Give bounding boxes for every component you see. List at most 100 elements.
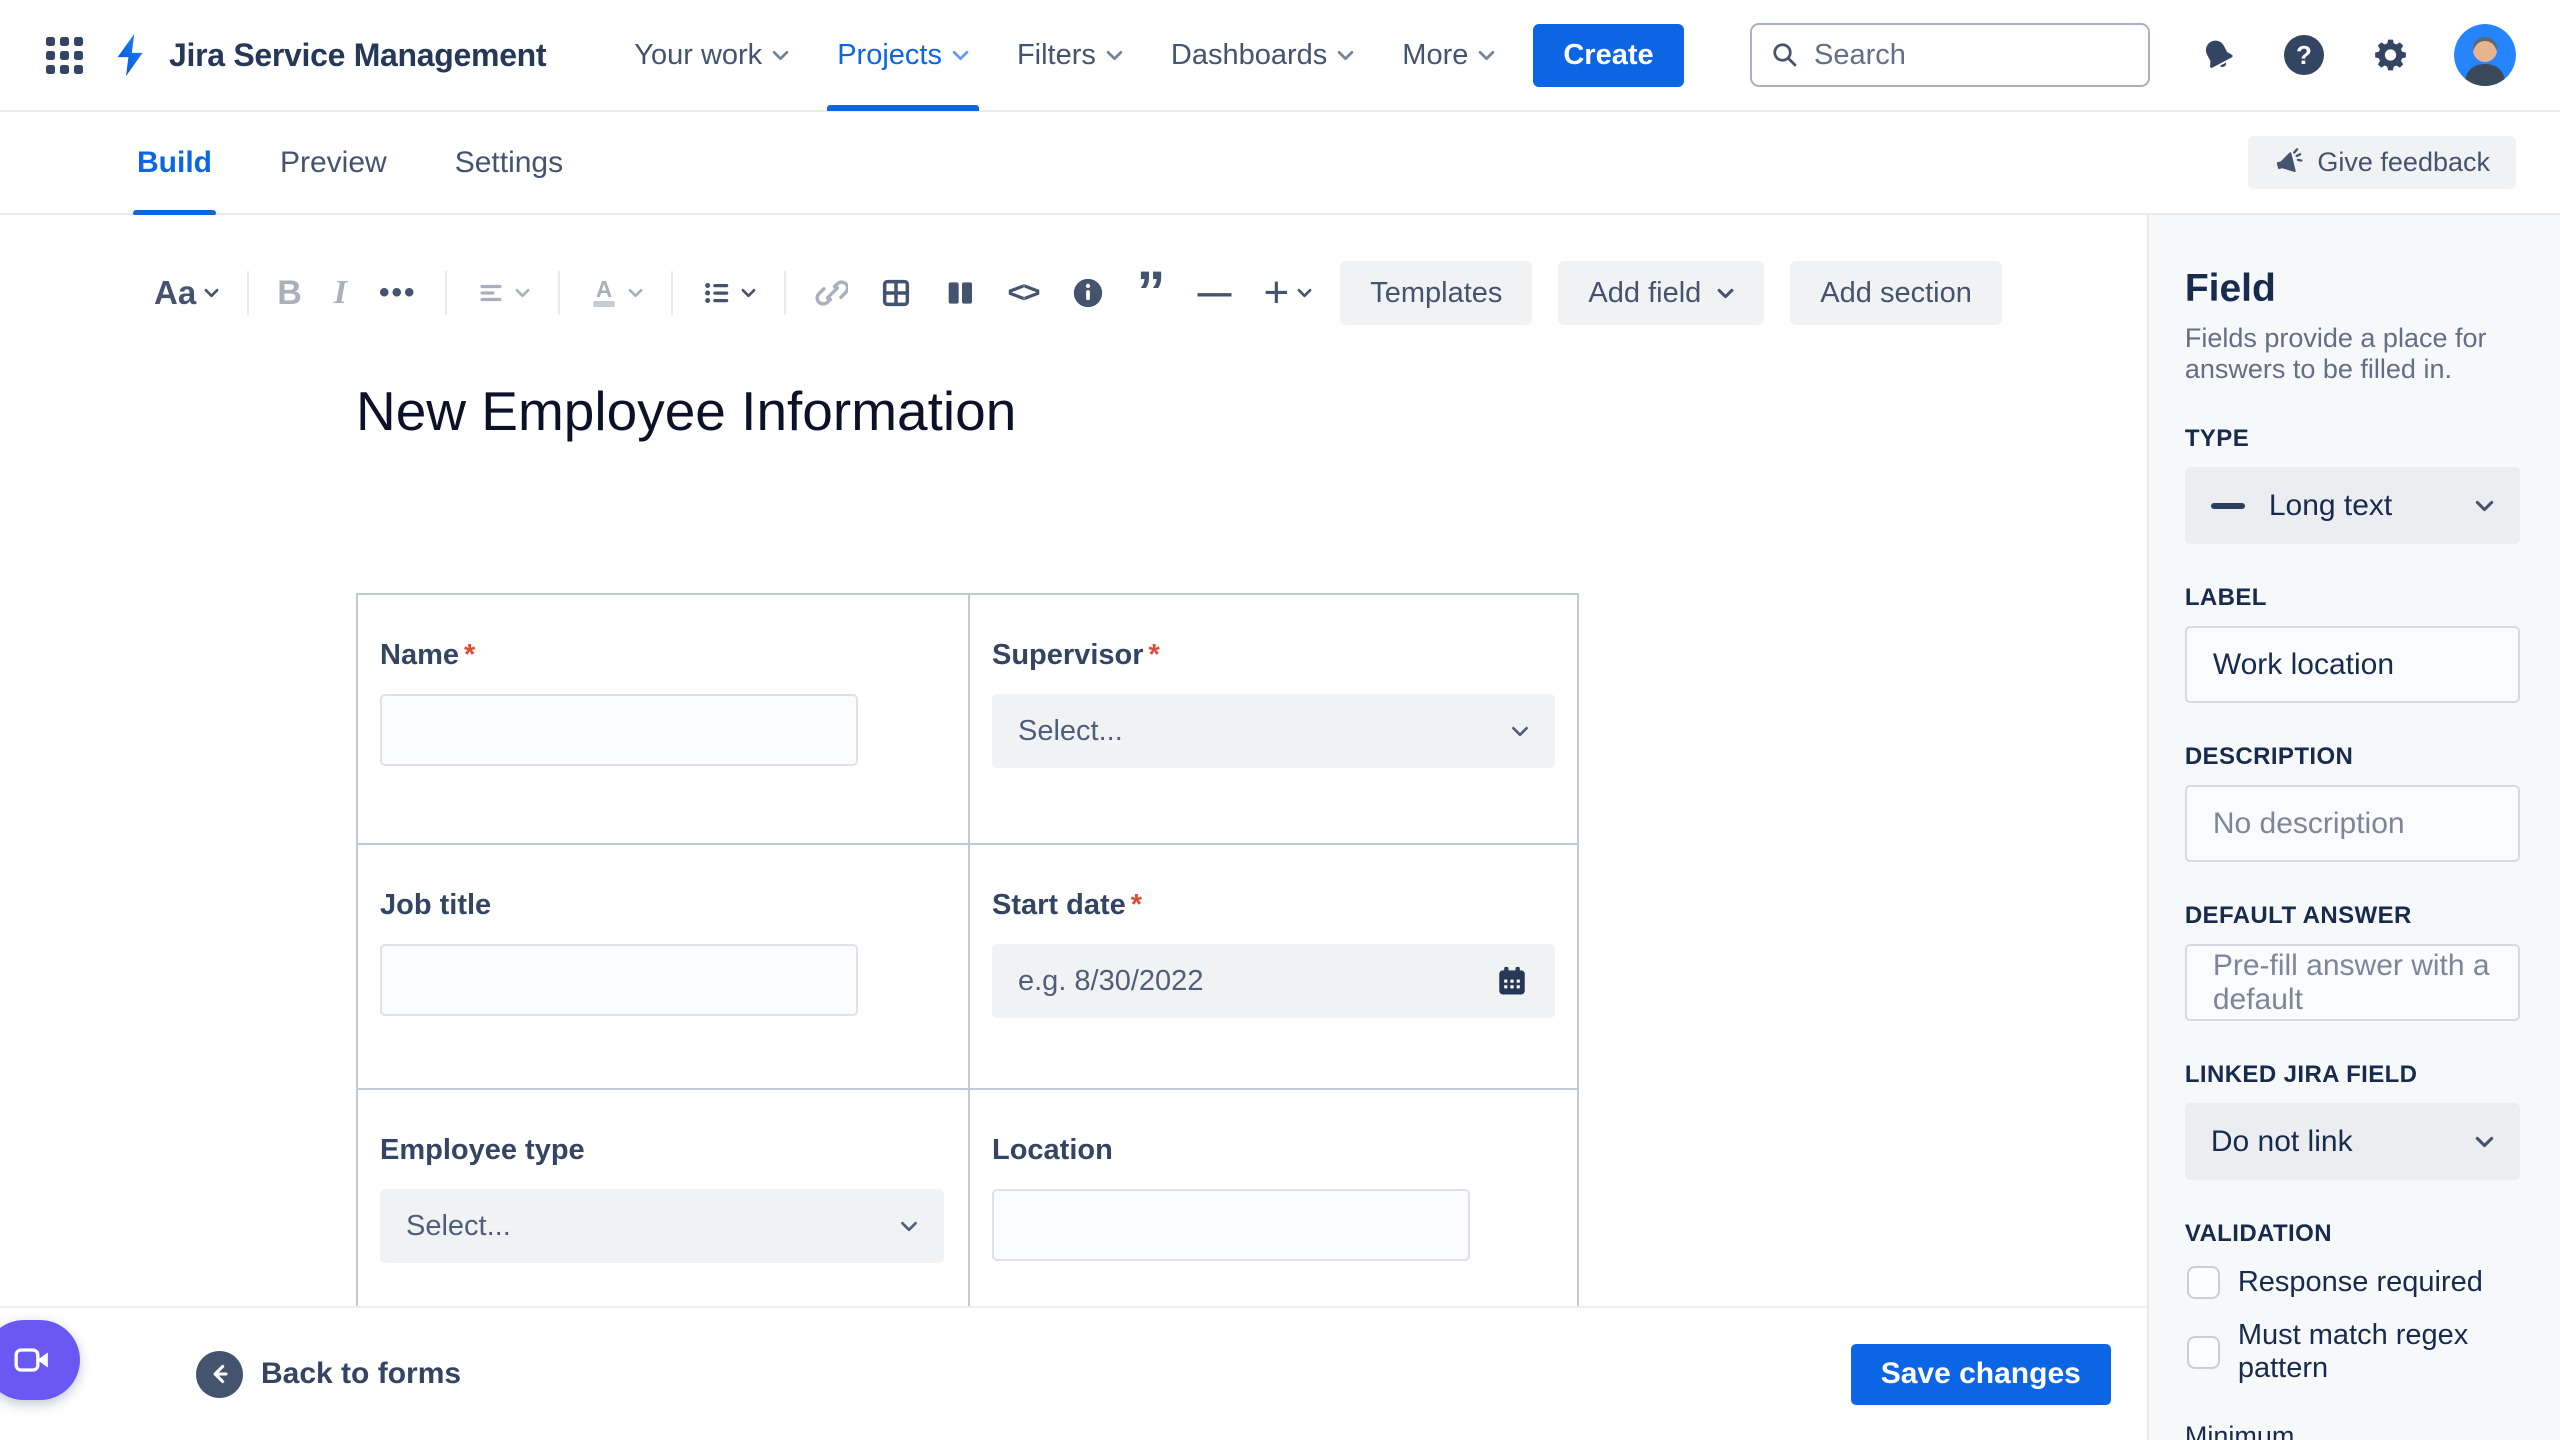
supervisor-select[interactable]: Select... bbox=[992, 694, 1555, 768]
search-input[interactable]: Search bbox=[1750, 23, 2150, 87]
field-label-input[interactable]: Work location bbox=[2184, 626, 2520, 703]
divider-rule-button[interactable]: — bbox=[1194, 270, 1236, 317]
add-field-label: Add field bbox=[1588, 276, 1702, 309]
code-block-button[interactable]: <> bbox=[1004, 272, 1043, 314]
form-cell-employee-type[interactable]: Employee type Select... bbox=[358, 1090, 970, 1306]
tab-settings[interactable]: Settings bbox=[421, 111, 597, 214]
form-cell-start-date[interactable]: Start date * e.g. 8/30/2022 bbox=[970, 845, 1579, 1090]
video-widget-button[interactable] bbox=[0, 1320, 80, 1400]
nav-projects[interactable]: Projects bbox=[813, 0, 993, 111]
toolbar-divider bbox=[783, 271, 786, 315]
alignment-dropdown[interactable] bbox=[471, 275, 534, 311]
tab-preview[interactable]: Preview bbox=[246, 111, 421, 214]
text-style-dropdown[interactable]: Aa bbox=[150, 270, 223, 316]
employee-type-select[interactable]: Select... bbox=[380, 1189, 944, 1263]
toolbar-divider bbox=[670, 271, 673, 315]
field-description-input[interactable]: No description bbox=[2184, 785, 2520, 862]
form-title[interactable]: New Employee Information bbox=[356, 379, 2147, 443]
table-button[interactable] bbox=[876, 273, 916, 313]
list-dropdown[interactable] bbox=[697, 274, 760, 312]
field-label: Supervisor bbox=[992, 639, 1144, 671]
link-button[interactable] bbox=[810, 272, 852, 314]
field-label: Name bbox=[380, 639, 459, 671]
validation-section-label: VALIDATION bbox=[2184, 1220, 2332, 1247]
field-type-value: Long text bbox=[2268, 488, 2393, 522]
minimum-label: Minimum bbox=[2184, 1421, 2295, 1440]
user-avatar[interactable] bbox=[2454, 24, 2516, 86]
description-section-label: DESCRIPTION bbox=[2184, 743, 2354, 770]
back-to-forms-button[interactable]: Back to forms bbox=[196, 1350, 461, 1398]
add-section-button[interactable]: Add section bbox=[1790, 261, 2002, 325]
form-cell-supervisor[interactable]: Supervisor * Select... bbox=[970, 595, 1579, 845]
linked-jira-field-section-label: LINKED JIRA FIELD bbox=[2184, 1061, 2418, 1088]
notifications-button[interactable] bbox=[2196, 33, 2240, 77]
field-label: Employee type bbox=[380, 1134, 585, 1166]
top-navbar: Jira Service Management Your work Projec… bbox=[0, 0, 2560, 112]
toolbar-divider bbox=[247, 271, 250, 315]
more-formatting-button[interactable]: ••• bbox=[375, 272, 421, 314]
app-switcher-icon[interactable] bbox=[46, 36, 83, 74]
field-label: Job title bbox=[380, 889, 492, 921]
add-field-button[interactable]: Add field bbox=[1558, 261, 1765, 325]
chevron-down-icon bbox=[628, 288, 643, 298]
create-button[interactable]: Create bbox=[1533, 23, 1684, 87]
nav-your-work[interactable]: Your work bbox=[610, 0, 813, 111]
columns-icon bbox=[948, 282, 972, 304]
field-label: Location bbox=[992, 1134, 1113, 1166]
nav-dashboards[interactable]: Dashboards bbox=[1147, 0, 1378, 111]
name-text-input[interactable] bbox=[380, 694, 858, 766]
form-cell-job-title[interactable]: Job title bbox=[358, 845, 970, 1090]
align-text-icon bbox=[480, 284, 501, 302]
view-tabbar: Build Preview Settings Give feedback bbox=[0, 111, 2560, 216]
insert-more-dropdown[interactable]: + bbox=[1260, 271, 1317, 315]
checkbox-unchecked[interactable] bbox=[2186, 1335, 2220, 1369]
builder-actions: Templates Add field Add section bbox=[1340, 261, 2002, 325]
question-mark-icon: ? bbox=[2284, 35, 2324, 75]
panel-subtitle: Fields provide a place for answers to be… bbox=[2184, 323, 2487, 384]
form-cell-name[interactable]: Name * bbox=[358, 595, 970, 845]
form-editor: Aa B I ••• A <> ” — + Templates Add fiel… bbox=[0, 215, 2147, 1440]
default-answer-input[interactable]: Pre-fill answer with a default bbox=[2184, 944, 2520, 1021]
help-button[interactable]: ? bbox=[2282, 33, 2326, 77]
jira-form-builder: Jira Service Management Your work Projec… bbox=[0, 0, 2560, 1440]
megaphone-icon bbox=[2277, 147, 2303, 172]
linked-jira-field-value: Do not link bbox=[2210, 1124, 2353, 1158]
linked-jira-field-select[interactable]: Do not link bbox=[2184, 1103, 2520, 1180]
select-placeholder: Select... bbox=[406, 1209, 511, 1242]
italic-button[interactable]: I bbox=[330, 270, 351, 316]
required-asterisk: * bbox=[1148, 639, 1160, 671]
start-date-picker[interactable]: e.g. 8/30/2022 bbox=[992, 944, 1555, 1018]
chevron-down-icon bbox=[952, 50, 969, 61]
chevron-down-icon bbox=[1717, 288, 1734, 299]
default-answer-section-label: DEFAULT ANSWER bbox=[2184, 902, 2412, 929]
select-placeholder: Select... bbox=[1018, 714, 1123, 747]
field-type-select[interactable]: Long text bbox=[2184, 467, 2520, 544]
quote-button[interactable]: ” bbox=[1133, 264, 1170, 322]
settings-button[interactable] bbox=[2368, 33, 2412, 77]
location-text-input[interactable] bbox=[992, 1189, 1470, 1261]
bottom-action-bar: Back to forms Save changes bbox=[0, 1306, 2147, 1440]
give-feedback-button[interactable]: Give feedback bbox=[2248, 136, 2516, 189]
save-changes-button[interactable]: Save changes bbox=[1850, 1343, 2111, 1405]
response-required-option[interactable]: Response required bbox=[2186, 1266, 2520, 1299]
checkbox-unchecked[interactable] bbox=[2186, 1266, 2220, 1299]
nav-filters[interactable]: Filters bbox=[993, 0, 1147, 111]
long-text-type-icon bbox=[2210, 502, 2245, 509]
templates-button[interactable]: Templates bbox=[1340, 261, 1533, 325]
layout-columns-button[interactable] bbox=[940, 273, 980, 313]
required-asterisk: * bbox=[464, 639, 476, 671]
toolbar-divider bbox=[557, 271, 560, 315]
bold-button[interactable]: B bbox=[273, 270, 306, 317]
tab-build[interactable]: Build bbox=[103, 111, 246, 216]
required-asterisk: * bbox=[1130, 889, 1143, 921]
form-cell-location[interactable]: Location bbox=[970, 1090, 1579, 1306]
label-section-label: LABEL bbox=[2184, 584, 2267, 611]
regex-pattern-option[interactable]: Must match regex pattern bbox=[2186, 1319, 2520, 1385]
text-color-dropdown[interactable]: A bbox=[584, 273, 647, 313]
type-section-label: TYPE bbox=[2184, 425, 2250, 452]
panel-title: Field bbox=[2184, 267, 2276, 310]
job-title-text-input[interactable] bbox=[380, 944, 858, 1016]
nav-more[interactable]: More bbox=[1378, 0, 1519, 111]
chevron-down-icon bbox=[204, 288, 219, 298]
info-panel-button[interactable] bbox=[1067, 272, 1109, 314]
